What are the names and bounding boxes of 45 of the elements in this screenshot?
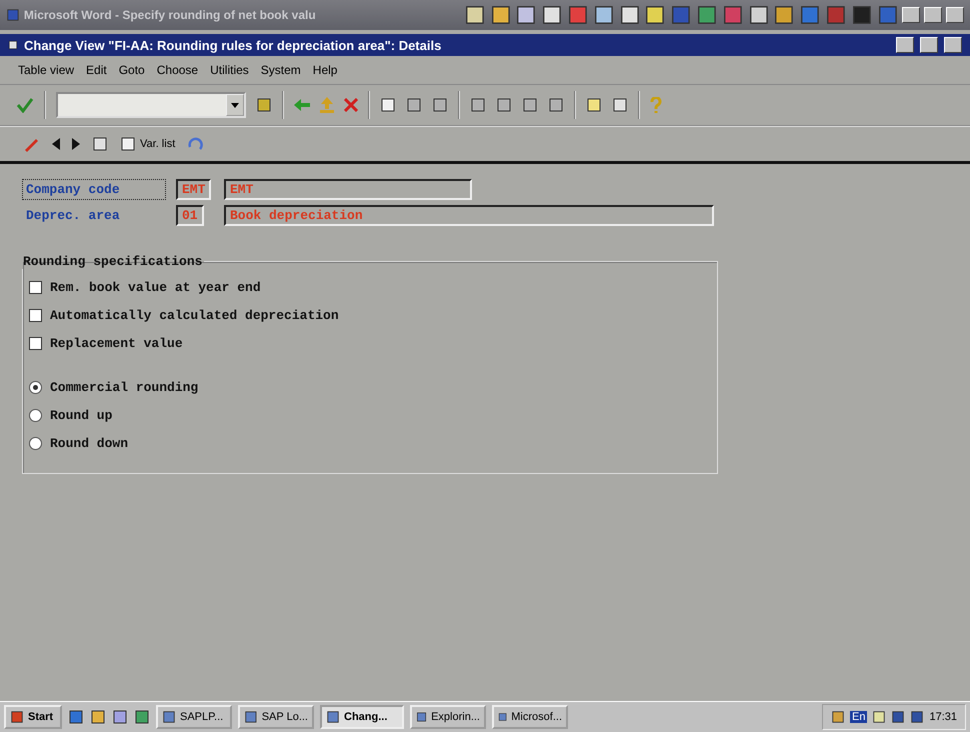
dropdown-button[interactable] (226, 94, 244, 116)
menu-item[interactable]: System (260, 63, 301, 77)
menu-item[interactable]: Edit (86, 63, 107, 77)
radio-label: Commercial rounding (50, 380, 198, 394)
checkbox[interactable] (29, 336, 42, 350)
menu-item[interactable]: Utilities (210, 63, 249, 77)
group-title: Rounding specifications (22, 254, 204, 269)
radio-label: Round up (50, 408, 112, 422)
maximize-button[interactable] (924, 7, 942, 23)
checkbox-label: Rem. book value at year end (50, 280, 261, 294)
clock: 17:31 (929, 711, 957, 723)
minimize-button[interactable] (902, 7, 920, 23)
checkbox[interactable] (29, 280, 42, 294)
minimize-button[interactable] (896, 37, 914, 53)
close-button[interactable] (944, 37, 962, 53)
next-icon[interactable] (72, 138, 80, 150)
menu-item[interactable]: Goto (118, 63, 145, 77)
taskbar-button[interactable]: SAPLP... (156, 705, 232, 729)
checkbox-label: Automatically calculated depreciation (50, 308, 339, 322)
window-title: Change View "FI-AA: Rounding rules for depreciation area": Details (24, 38, 442, 52)
radio-button[interactable] (29, 436, 42, 450)
menu-item[interactable]: Choose (156, 63, 198, 77)
taskbar-button[interactable]: Explorin... (410, 705, 486, 729)
menu-item[interactable]: Help (312, 63, 338, 77)
radio-label: Round down (50, 436, 128, 450)
close-button[interactable] (946, 7, 964, 23)
window-title: Microsoft Word - Specify rounding of net book valu (24, 8, 317, 22)
caret-icon (231, 102, 239, 108)
field-label: Company code (22, 178, 166, 200)
command-field[interactable] (56, 92, 246, 118)
previous-icon[interactable] (52, 138, 60, 150)
checkmark-icon[interactable] (16, 97, 34, 113)
taskbar-button[interactable]: Microsof... (492, 705, 568, 729)
language-indicator[interactable]: En (850, 711, 868, 723)
checkbox-label: Replacement value (50, 336, 183, 350)
menu-item[interactable]: Table view (18, 63, 74, 77)
var-list-button[interactable]: Var. list (120, 136, 176, 152)
radio-button[interactable] (29, 408, 42, 422)
field-label: Deprec. area (25, 206, 121, 224)
taskbar-button[interactable]: SAP Lo... (238, 705, 314, 729)
radio-button[interactable] (29, 380, 42, 394)
start-button[interactable]: Start (4, 705, 62, 729)
maximize-button[interactable] (920, 37, 938, 53)
taskbar-button[interactable]: Chang... (320, 705, 404, 729)
checkbox[interactable] (29, 308, 42, 322)
